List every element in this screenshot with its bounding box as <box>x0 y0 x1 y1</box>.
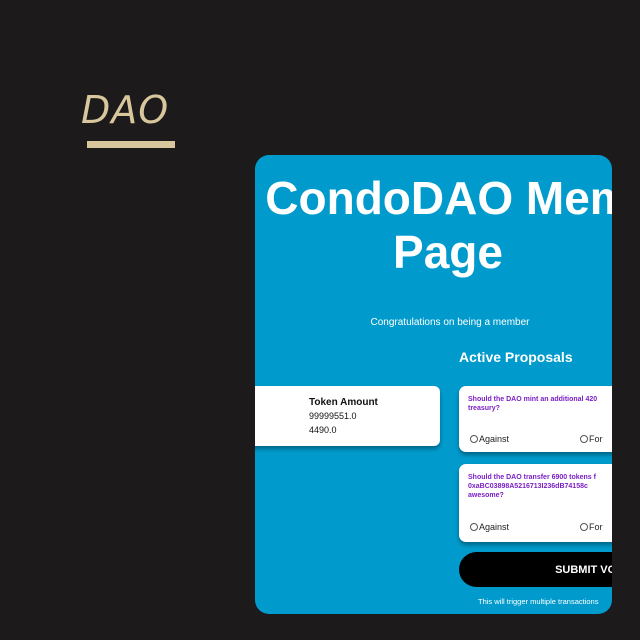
member-page-card: CondoDAO Mem Page Congratulations on bei… <box>255 155 612 614</box>
proposal-card: Should the DAO mint an additional 420 tr… <box>459 386 612 452</box>
brand-underline <box>87 141 175 148</box>
vote-for-option[interactable]: For <box>580 522 603 532</box>
submit-vote-button[interactable]: SUBMIT VOT <box>459 552 612 587</box>
proposal-question-line: Should the DAO mint an additional 420 <box>468 396 598 403</box>
proposal-question-line: 0xaBC03898A5216713I236dB74158c <box>468 483 588 490</box>
vote-for-label: For <box>589 434 603 444</box>
token-amount-value: 4490.0 <box>309 425 337 435</box>
proposal-card: Should the DAO transfer 6900 tokens f 0x… <box>459 464 612 542</box>
vote-against-label: Against <box>479 434 510 444</box>
page-title: CondoDAO Mem Page <box>255 171 612 279</box>
token-amount-header: Token Amount <box>309 397 378 408</box>
vote-for-label: For <box>589 522 603 532</box>
vote-against-label: Against <box>479 522 510 532</box>
vote-against-option[interactable]: Against <box>470 522 509 532</box>
proposal-question-line: awesome? <box>468 492 504 499</box>
token-table: Token Amount 99999551.0 4490.0 <box>255 386 440 446</box>
radio-for[interactable] <box>580 435 588 443</box>
page-title-line1: CondoDAO Mem <box>265 172 612 224</box>
radio-against[interactable] <box>470 523 478 531</box>
transactions-footnote: This will trigger multiple transactions <box>478 597 599 606</box>
proposal-question: Should the DAO transfer 6900 tokens f 0x… <box>468 473 612 500</box>
vote-for-option[interactable]: For <box>580 434 603 444</box>
proposal-question-line: Should the DAO transfer 6900 tokens f <box>468 474 596 481</box>
page-title-line2: Page <box>393 226 503 278</box>
brand-title: DAO <box>81 88 170 132</box>
radio-against[interactable] <box>470 435 478 443</box>
radio-for[interactable] <box>580 523 588 531</box>
active-proposals-heading: Active Proposals <box>459 349 573 365</box>
token-amount-value: 99999551.0 <box>309 411 357 421</box>
congrats-message: Congratulations on being a member <box>370 317 530 328</box>
proposal-question-line: treasury? <box>468 405 500 412</box>
vote-against-option[interactable]: Against <box>470 434 509 444</box>
submit-vote-label: SUBMIT VOT <box>555 563 612 576</box>
proposal-question: Should the DAO mint an additional 420 tr… <box>468 395 612 413</box>
